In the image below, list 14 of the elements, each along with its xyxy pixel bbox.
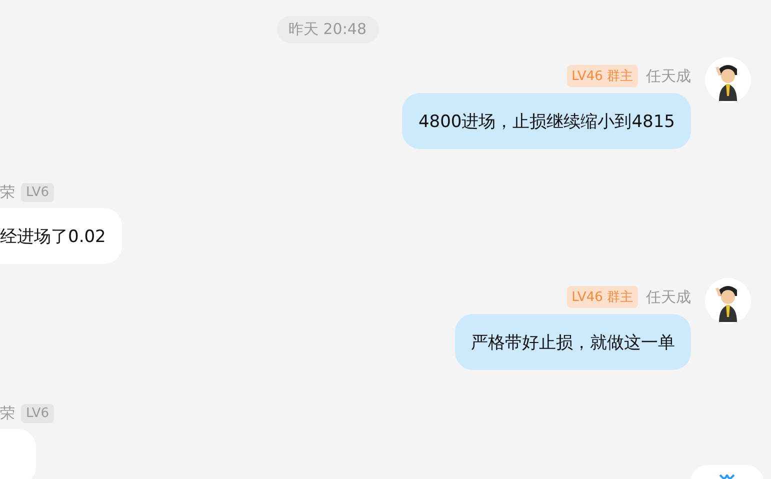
sender-name: 荣 [0, 183, 15, 202]
level-badge: LV46 群主 [566, 65, 638, 87]
message-bubble: 4800进场，止损继续缩小到4815 [402, 93, 691, 149]
level-badge: LV6 [21, 404, 54, 423]
level-badge: LV6 [21, 183, 54, 202]
cartoon-avatar-icon[interactable] [705, 278, 751, 324]
message-bubble: 严格带好止损，就做这一单 [455, 314, 691, 370]
cartoon-avatar-icon[interactable] [705, 57, 751, 103]
sender-name: 任天成 [646, 66, 691, 86]
timestamp: 昨天 20:48 [276, 16, 378, 43]
sender-name: 任天成 [646, 288, 691, 306]
sender-name: 荣 [0, 404, 15, 423]
message-bubble: 经进场了0.02 [0, 208, 122, 264]
level-badge: LV46 群主 [566, 286, 638, 308]
